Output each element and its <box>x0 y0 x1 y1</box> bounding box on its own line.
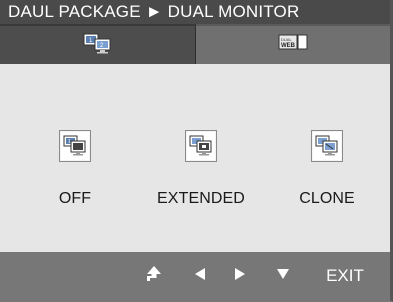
right-button[interactable] <box>230 252 250 300</box>
option-extended[interactable]: EXTENDED <box>141 130 261 208</box>
triangle-right-icon <box>234 267 246 286</box>
dual-monitor-icon: 1 2 <box>82 32 112 59</box>
navigation-bar: EXIT <box>0 252 390 300</box>
back-up-button[interactable] <box>142 252 166 300</box>
option-off[interactable]: 1 OFF <box>15 130 135 208</box>
dual-web-icon: DUAL WEB <box>276 32 310 59</box>
osd-menu: DAUL PACKAGE ► DUAL MONITOR 1 2 DUAL WEB… <box>0 0 393 302</box>
svg-text:DUAL: DUAL <box>281 37 292 42</box>
option-extended-label: EXTENDED <box>157 190 245 207</box>
option-off-label: OFF <box>58 190 92 207</box>
exit-button[interactable]: EXIT <box>322 252 368 300</box>
triangle-left-icon <box>194 267 206 286</box>
tab-dual-monitor[interactable]: 1 2 <box>0 24 196 64</box>
option-clone-label: CLONE <box>299 190 355 207</box>
monitor-extended-icon <box>185 130 217 162</box>
monitor-clone-icon <box>311 130 343 162</box>
svg-text:WEB: WEB <box>281 43 296 49</box>
left-button[interactable] <box>190 252 210 300</box>
down-button[interactable] <box>272 252 294 300</box>
option-clone[interactable]: CLONE <box>267 130 387 208</box>
tab-bar: 1 2 DUAL WEB <box>0 24 390 64</box>
options-panel: 1 OFF EXTENDED CLONE <box>0 64 390 252</box>
return-arrow-icon <box>145 265 163 288</box>
triangle-down-icon <box>276 267 290 285</box>
tab-dual-web[interactable]: DUAL WEB <box>195 24 390 64</box>
monitor-off-icon: 1 <box>59 130 91 162</box>
menu-title-breadcrumb: DAUL PACKAGE ► DUAL MONITOR <box>0 0 390 24</box>
